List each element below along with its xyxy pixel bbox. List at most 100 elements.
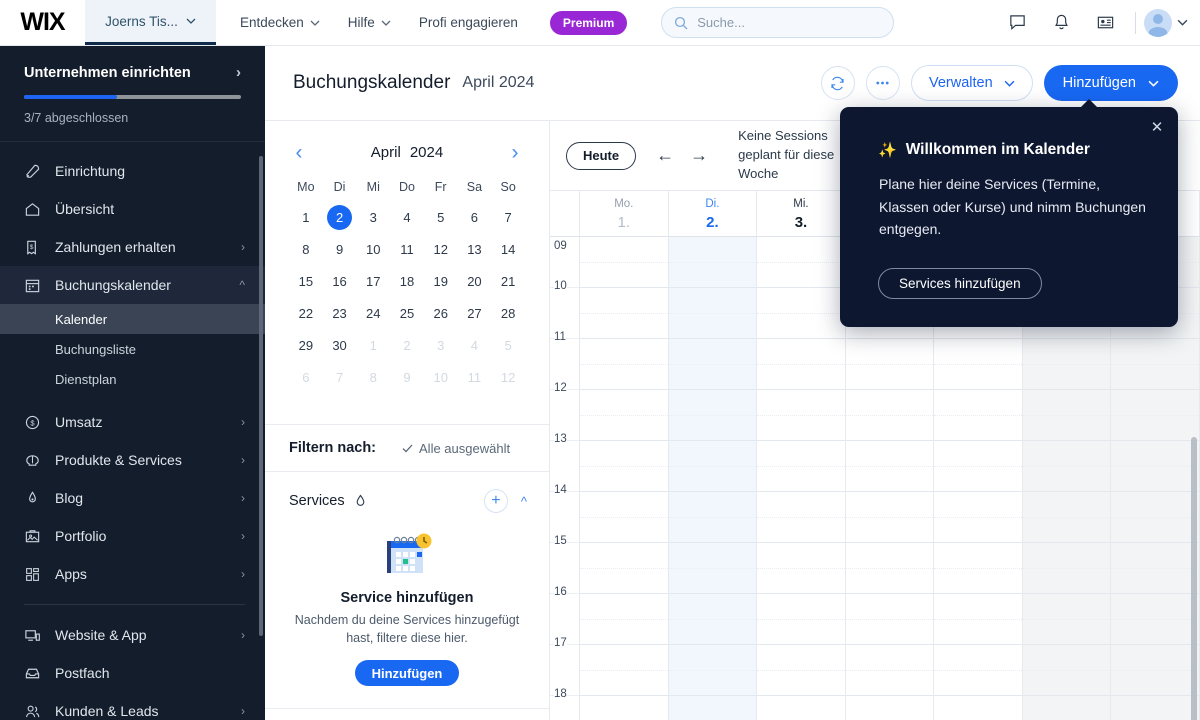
- calendar-time-slot[interactable]: [580, 594, 668, 620]
- calendar-time-slot[interactable]: [668, 645, 757, 671]
- mini-calendar-day[interactable]: 3: [356, 202, 390, 232]
- add-button[interactable]: Hinzufügen: [1043, 65, 1178, 101]
- calendar-time-slot[interactable]: [845, 645, 934, 671]
- mini-calendar-day[interactable]: 23: [323, 298, 357, 328]
- manage-button[interactable]: Verwalten: [910, 65, 1033, 101]
- calendar-time-slot[interactable]: [934, 390, 1022, 416]
- calendar-time-slot[interactable]: [1022, 441, 1111, 467]
- mini-calendar-day[interactable]: 5: [424, 202, 458, 232]
- calendar-time-slot[interactable]: [580, 543, 668, 569]
- arrow-left-icon[interactable]: ←: [650, 145, 680, 166]
- calendar-time-slot[interactable]: [1022, 671, 1111, 696]
- calendar-time-slot[interactable]: [580, 288, 668, 314]
- calendar-time-slot[interactable]: [845, 594, 934, 620]
- close-icon[interactable]: ✕: [1148, 118, 1166, 136]
- calendar-day-header[interactable]: Mo. 1.: [580, 191, 669, 236]
- calendar-time-slot[interactable]: [668, 441, 757, 467]
- mini-calendar-day[interactable]: 4: [390, 202, 424, 232]
- calendar-day-header[interactable]: Mi. 3.: [757, 191, 846, 236]
- calendar-time-slot[interactable]: [845, 365, 934, 390]
- calendar-time-slot[interactable]: [757, 645, 845, 671]
- calendar-scrollbar[interactable]: [1191, 437, 1197, 720]
- calendar-time-slot[interactable]: [1022, 365, 1111, 390]
- calendar-time-slot[interactable]: [1111, 365, 1200, 390]
- mini-calendar-day[interactable]: 10: [356, 234, 390, 264]
- calendar-time-slot[interactable]: [757, 237, 845, 263]
- calendar-time-slot[interactable]: [757, 492, 845, 518]
- setup-progress-block[interactable]: Unternehmen einrichten › 3/7 abgeschloss…: [0, 46, 265, 141]
- chevron-right-icon[interactable]: ›: [505, 142, 525, 163]
- calendar-time-slot[interactable]: [845, 671, 934, 696]
- calendar-time-slot[interactable]: [757, 365, 845, 390]
- mini-calendar-day[interactable]: 20: [458, 266, 492, 296]
- calendar-time-slot[interactable]: [1022, 518, 1111, 543]
- calendar-day-column[interactable]: [757, 237, 846, 720]
- calendar-time-slot[interactable]: [757, 518, 845, 543]
- calendar-time-slot[interactable]: [934, 594, 1022, 620]
- calendar-time-slot[interactable]: [1111, 620, 1200, 645]
- calendar-time-slot[interactable]: [580, 645, 668, 671]
- popover-cta-button[interactable]: Services hinzufügen: [878, 268, 1042, 299]
- mini-calendar-day[interactable]: 24: [356, 298, 390, 328]
- calendar-time-slot[interactable]: [1022, 543, 1111, 569]
- calendar-time-slot[interactable]: [1111, 390, 1200, 416]
- calendar-time-slot[interactable]: [1022, 569, 1111, 594]
- mini-calendar-day[interactable]: 3: [424, 330, 458, 360]
- mini-calendar-day[interactable]: 7: [323, 362, 357, 392]
- calendar-time-slot[interactable]: [757, 339, 845, 365]
- calendar-time-slot[interactable]: [580, 492, 668, 518]
- calendar-day-column[interactable]: [668, 237, 758, 720]
- refresh-button[interactable]: [820, 66, 855, 100]
- calendar-time-slot[interactable]: [845, 492, 934, 518]
- calendar-time-slot[interactable]: [580, 518, 668, 543]
- calendar-time-slot[interactable]: [934, 365, 1022, 390]
- mini-calendar-day[interactable]: 11: [458, 362, 492, 392]
- mini-calendar-day[interactable]: 26: [424, 298, 458, 328]
- mini-calendar-day[interactable]: 18: [390, 266, 424, 296]
- calendar-time-slot[interactable]: [580, 620, 668, 645]
- sidebar-item-website-app[interactable]: Website & App ›: [0, 616, 265, 654]
- calendar-time-slot[interactable]: [1022, 339, 1111, 365]
- calendar-time-slot[interactable]: [1111, 543, 1200, 569]
- calendar-time-slot[interactable]: [1111, 441, 1200, 467]
- mini-calendar-day[interactable]: 12: [491, 362, 525, 392]
- mini-calendar-day[interactable]: 30: [323, 330, 357, 360]
- calendar-time-slot[interactable]: [757, 696, 845, 720]
- calendar-time-slot[interactable]: [846, 696, 934, 720]
- calendar-time-slot[interactable]: [580, 416, 668, 441]
- mini-calendar-day[interactable]: 6: [289, 362, 323, 392]
- calendar-time-slot[interactable]: [1111, 569, 1200, 594]
- calendar-time-slot[interactable]: [580, 569, 668, 594]
- mini-calendar-day[interactable]: 12: [424, 234, 458, 264]
- calendar-time-slot[interactable]: [668, 390, 757, 416]
- calendar-time-slot[interactable]: [580, 365, 668, 390]
- arrow-right-icon[interactable]: →: [684, 145, 714, 166]
- calendar-time-slot[interactable]: [757, 416, 845, 441]
- topnav-item-profi-engagieren[interactable]: Profi engagieren: [405, 0, 532, 46]
- calendar-time-slot[interactable]: [1111, 671, 1200, 696]
- account-menu[interactable]: [1144, 8, 1188, 37]
- more-options-button[interactable]: [865, 66, 900, 100]
- mini-calendar-day[interactable]: 8: [289, 234, 323, 264]
- calendar-time-slot[interactable]: [668, 569, 757, 594]
- mini-calendar-day[interactable]: 28: [491, 298, 525, 328]
- calendar-time-slot[interactable]: [934, 339, 1022, 365]
- calendar-time-slot[interactable]: [1022, 492, 1111, 518]
- mini-calendar-day[interactable]: 15: [289, 266, 323, 296]
- calendar-time-slot[interactable]: [580, 441, 668, 467]
- calendar-time-slot[interactable]: [668, 492, 757, 518]
- services-empty-add-button[interactable]: Hinzufügen: [354, 660, 460, 687]
- calendar-time-slot[interactable]: [1111, 339, 1200, 365]
- mini-calendar-day[interactable]: 14: [491, 234, 525, 264]
- mini-calendar-day[interactable]: 1: [356, 330, 390, 360]
- mini-calendar-day[interactable]: 9: [390, 362, 424, 392]
- sidebar-item-kunden-leads[interactable]: Kunden & Leads ›: [0, 692, 265, 720]
- mini-calendar-day[interactable]: 2: [390, 330, 424, 360]
- calendar-time-slot[interactable]: [580, 390, 668, 416]
- mini-calendar-day[interactable]: 22: [289, 298, 323, 328]
- calendar-time-slot[interactable]: [845, 569, 934, 594]
- calendar-time-slot[interactable]: [845, 339, 934, 365]
- calendar-time-slot[interactable]: [934, 441, 1022, 467]
- calendar-time-slot[interactable]: [757, 671, 845, 696]
- calendar-time-slot[interactable]: [757, 543, 845, 569]
